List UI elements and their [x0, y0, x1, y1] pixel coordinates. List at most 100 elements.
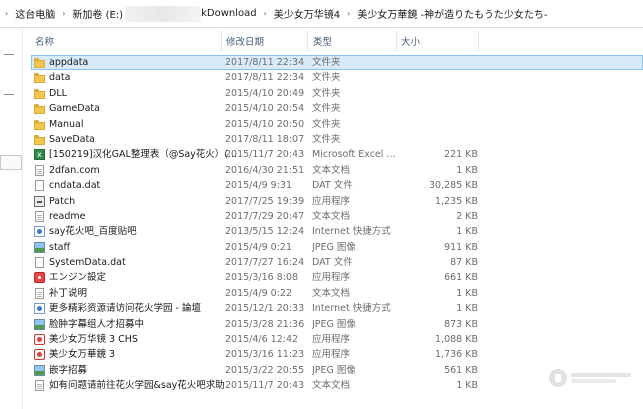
file-row[interactable]: SystemData.dat 2017/7/27 16:24 DAT 文件 87 KB — [31, 255, 643, 270]
file-size: 1 KB — [456, 303, 478, 315]
breadcrumb-download[interactable]: kDownload — [199, 8, 259, 19]
redacted-segment — [125, 5, 202, 22]
file-type: Internet 快捷方式 — [312, 303, 391, 315]
file-type: 应用程序 — [312, 334, 351, 346]
file-icon-cell — [34, 224, 45, 239]
file-name: staff — [49, 241, 71, 253]
file-size: 2 KB — [456, 210, 478, 222]
column-separator[interactable] — [396, 31, 397, 51]
column-header-name[interactable]: 名称 — [35, 33, 54, 49]
file-row[interactable]: appdata 2017/8/11 22:34 文件夹 — [31, 55, 643, 71]
file-row[interactable]: say花火吧_百度贴吧 2013/5/15 12:24 Internet 快捷方式 1… — [31, 224, 643, 239]
file-name: 补丁说明 — [49, 287, 88, 299]
file-name: SaveData — [49, 133, 96, 145]
file-row[interactable]: SaveData 2017/8/11 18:07 文件夹 — [31, 132, 643, 147]
file-name: 脸肿字幕组人才招募中 — [49, 318, 145, 330]
file-name: 更多精彩资源请访问花火学园 - 論壇 — [49, 303, 201, 315]
file-icon-cell — [34, 301, 45, 316]
file-type: 文件夹 — [312, 72, 341, 84]
navigation-pane[interactable] — [0, 28, 23, 409]
column-header-type[interactable]: 类型 — [313, 33, 332, 49]
file-icon-cell — [34, 363, 45, 378]
column-separator[interactable] — [478, 31, 479, 51]
file-size: 1,736 KB — [435, 349, 478, 361]
file-modified-date: 2015/3/22 20:55 — [225, 364, 305, 376]
file-modified-date: 2015/3/28 21:36 — [225, 318, 305, 330]
file-row[interactable]: staff 2015/4/9 0:21 JPEG 图像 911 KB — [31, 240, 643, 255]
column-header-date[interactable]: 修改日期 — [226, 33, 264, 49]
file-icon-cell — [34, 317, 45, 332]
file-size: 1,235 KB — [435, 195, 478, 207]
breadcrumb-drive[interactable]: 新加卷 (E:) — [70, 6, 125, 21]
file-type: Microsoft Excel ... — [312, 149, 396, 161]
file-name: appdata — [49, 57, 89, 68]
jpeg-image-icon — [34, 364, 45, 376]
file-row[interactable]: [150219]汉化GAL整理表（@Say花火）(...2015/11/7 20… — [31, 147, 643, 163]
file-row[interactable]: 更多精彩资源请访问花火学园 - 論壇 2015/12/1 20:33 Interne… — [31, 301, 643, 316]
column-header-type-label: 类型 — [313, 37, 333, 48]
file-type: DAT 文件 — [312, 180, 353, 192]
file-row[interactable]: 美少女万華鏡 3 2015/3/16 11:23 应用程序 1,736 KB — [31, 347, 643, 362]
breadcrumb-arrow-icon[interactable]: › — [342, 9, 355, 18]
column-separator[interactable] — [307, 31, 308, 51]
file-icon-cell — [34, 117, 45, 132]
file-name: 嵌字招募 — [49, 364, 88, 376]
file-row[interactable]: DLL 2015/4/10 20:49 文件夹 — [31, 86, 643, 101]
file-icon-cell — [34, 378, 45, 393]
file-modified-date: 2015/4/6 12:42 — [225, 334, 299, 346]
file-modified-date: 2015/12/1 20:33 — [225, 303, 305, 315]
file-type: 文本文档 — [312, 287, 351, 299]
file-modified-date: 2016/4/30 21:51 — [225, 164, 305, 176]
file-row[interactable]: Manual 2015/4/10 20:50 文件夹 — [31, 117, 643, 132]
file-row[interactable]: Patch 2017/7/25 19:39 应用程序 1,235 KB — [31, 194, 643, 209]
text-document-icon — [35, 287, 44, 299]
file-name: say花火吧_百度贴吧 — [49, 226, 137, 238]
file-modified-date: 2015/4/9 0:22 — [225, 287, 293, 299]
file-icon-cell — [34, 55, 45, 70]
breadcrumb-arrow-icon[interactable]: › — [259, 9, 272, 18]
file-type: 文本文档 — [312, 210, 351, 222]
file-row[interactable]: 补丁说明 2015/4/9 0:22 文本文档 1 KB — [31, 286, 643, 301]
dat-file-icon — [35, 180, 44, 192]
file-icon-cell — [34, 209, 45, 224]
file-type: Internet 快捷方式 — [312, 226, 391, 238]
nav-item[interactable] — [0, 155, 22, 170]
file-row[interactable]: readme 2017/7/29 20:47 文本文档 2 KB — [31, 209, 643, 224]
file-row[interactable]: エンジン設定 2015/3/16 8:08 应用程序 661 KB — [31, 270, 643, 285]
file-name: DLL — [49, 87, 67, 99]
application-icon — [34, 195, 45, 207]
file-row[interactable]: 2dfan.com 2016/4/30 21:51 文本文档 1 KB — [31, 163, 643, 178]
file-row[interactable]: 脸肿字幕组人才招募中 2015/3/28 21:36 JPEG 图像 873 KB — [31, 317, 643, 332]
file-row[interactable]: cndata.dat 2015/4/9 9:31 DAT 文件 30,285 KB — [31, 178, 643, 193]
folder-icon — [34, 72, 45, 84]
breadcrumb-current-folder[interactable]: 美少女万華鏡 -神が造りたもうた少女たち- — [355, 6, 549, 21]
dat-file-icon — [35, 257, 44, 269]
folder-icon — [34, 119, 45, 130]
jpeg-image-icon — [34, 241, 45, 253]
file-modified-date: 2015/4/10 20:54 — [225, 103, 305, 115]
breadcrumb-arrow-icon[interactable]: › — [0, 9, 13, 18]
file-size: 1 KB — [456, 226, 478, 238]
file-size: 221 KB — [444, 149, 478, 161]
file-list: appdata 2017/8/11 22:34 文件夹 data 2017/8/11 2… — [31, 55, 643, 394]
column-header-size[interactable]: 大小 — [401, 33, 420, 49]
address-breadcrumb[interactable]: › 这台电脑 › 新加卷 (E:) kDownload › 美少女万华镜4 › … — [0, 0, 643, 28]
file-row[interactable]: data 2017/8/11 22:34 文件夹 — [31, 70, 643, 85]
file-type: 文件夹 — [312, 133, 341, 145]
breadcrumb-this-pc[interactable]: 这台电脑 — [13, 6, 57, 21]
breadcrumb-arrow-icon[interactable]: › — [57, 9, 70, 18]
file-modified-date: 2015/4/9 0:21 — [225, 241, 293, 253]
file-name: SystemData.dat — [49, 257, 126, 269]
file-type: 应用程序 — [312, 195, 351, 207]
column-separator[interactable] — [221, 31, 222, 51]
file-row[interactable]: GameData 2015/4/10 20:54 文件夹 — [31, 101, 643, 116]
file-row[interactable]: 美少女万华镜 3 CHS 2015/4/6 12:42 应用程序 1,088 KB — [31, 332, 643, 347]
file-modified-date: 2013/5/15 12:24 — [225, 226, 305, 238]
file-size: 661 KB — [444, 272, 478, 284]
file-type: 文件夹 — [312, 118, 341, 130]
watermark-logo — [549, 367, 635, 389]
watermark-text-graphic — [571, 372, 635, 384]
column-header-name-label: 名称 — [35, 37, 55, 48]
file-icon-cell — [34, 86, 45, 101]
breadcrumb-folder-bsm4[interactable]: 美少女万华镜4 — [272, 6, 342, 21]
